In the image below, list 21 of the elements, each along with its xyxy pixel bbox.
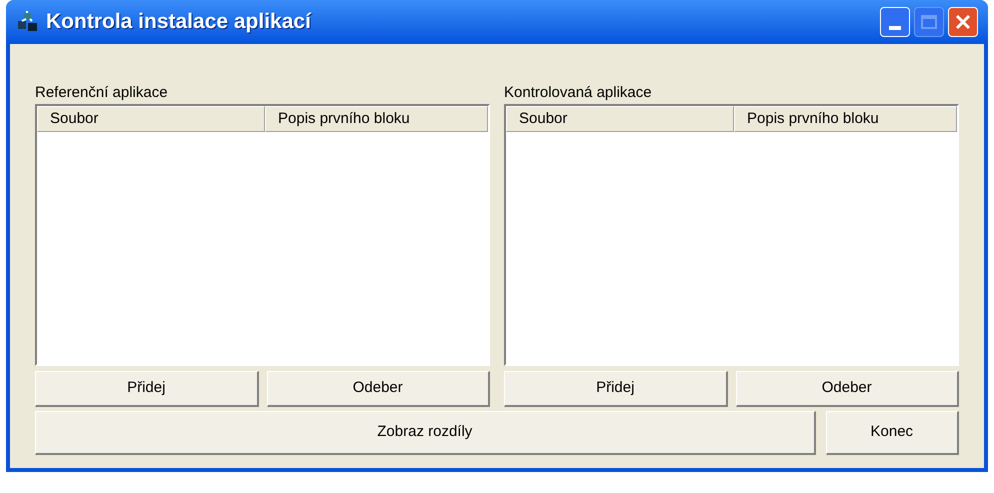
file-list[interactable]: Soubor Popis prvního bloku xyxy=(504,104,959,366)
end-button[interactable]: Konec xyxy=(826,411,959,455)
remove-button[interactable]: Odeber xyxy=(736,371,959,407)
window-title: Kontrola instalace aplikací xyxy=(46,9,311,36)
panel-label: Kontrolovaná aplikace xyxy=(504,83,653,103)
app-icon xyxy=(16,11,40,33)
close-button[interactable] xyxy=(948,7,978,37)
add-button[interactable]: Přidej xyxy=(504,371,728,407)
maximize-icon xyxy=(921,15,937,29)
file-list[interactable]: Soubor Popis prvního bloku xyxy=(35,104,490,366)
add-button[interactable]: Přidej xyxy=(35,371,258,407)
column-header[interactable]: Popis prvního bloku xyxy=(734,106,957,132)
minimize-button[interactable] xyxy=(880,7,910,37)
panel-label: Referenční aplikace xyxy=(35,83,169,103)
show-differences-button[interactable]: Zobraz rozdíly xyxy=(35,411,816,455)
minimize-icon xyxy=(889,26,901,30)
remove-button[interactable]: Odeber xyxy=(266,371,490,407)
column-header[interactable]: Popis prvního bloku xyxy=(265,106,488,132)
close-icon xyxy=(955,14,971,30)
column-header[interactable]: Soubor xyxy=(37,106,265,132)
column-header[interactable]: Soubor xyxy=(506,106,734,132)
